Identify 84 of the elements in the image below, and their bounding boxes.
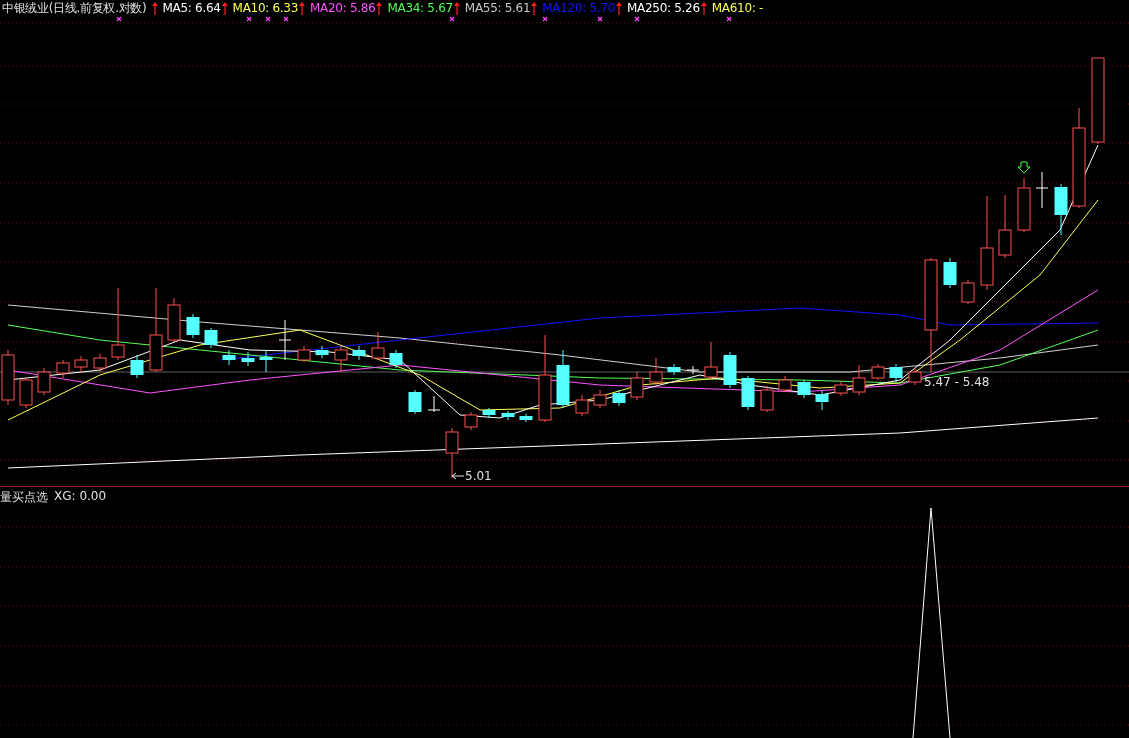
candlestick [56,359,70,379]
candlestick [760,385,774,413]
indicator-value: MA250: 5.26 [627,1,700,15]
up-arrow-icon [221,1,228,15]
candlestick [501,410,515,421]
chart-title: 中银绒业(日线.前复权.对数) [2,1,147,15]
candlestick [445,427,459,479]
candlestick [649,357,663,386]
candlestick [943,257,957,289]
x-mark-icon [542,16,548,22]
candlestick [371,331,385,361]
low-price-label: 5.01 [465,469,492,483]
indicator-value: MA10: 6.33 [232,1,298,15]
indicator-value: MA20: 5.86 [310,1,376,15]
candlestick [37,367,51,396]
candlestick [167,297,181,343]
candlestick [1035,171,1049,209]
indicator-title: 量买点选 [0,489,48,506]
candlestick [204,327,218,349]
candlestick [334,345,348,373]
candlestick [741,375,755,411]
x-mark-icon [634,16,640,22]
candlestick [704,341,718,381]
candlestick [427,395,441,413]
candlestick [961,279,975,305]
candlestick [519,413,533,423]
candlestick [19,377,33,409]
candlestick [74,355,88,373]
candlestick [815,390,829,411]
candlestick [130,354,144,379]
up-arrow-icon [616,1,622,15]
price-range-label: 5.47 - 5.48 [924,375,990,389]
up-arrow-icon [700,1,707,15]
up-arrow-icon [151,1,158,15]
x-mark-icon [726,16,732,22]
candlestick [389,349,403,369]
candlestick [408,389,422,415]
up-arrow-icon [453,1,460,15]
candlestick [834,381,848,397]
x-mark-icon [597,16,603,22]
indicator-value: MA55: 5.61 [464,1,531,15]
leader-line [451,472,465,480]
candlestick [871,363,885,381]
candlestick [482,407,496,419]
indicator-value: MA610: - [711,1,764,15]
x-mark-icon [283,16,289,22]
candlestick [630,371,644,401]
candlestick [297,345,311,363]
candlestick [852,364,866,396]
x-mark-icon [246,16,252,22]
candlestick [686,365,700,375]
candlestick [998,194,1012,259]
down-arrow-icon [1017,161,1031,174]
candlestick [908,367,922,386]
candlestick [778,375,792,393]
candlestick [352,345,366,361]
indicator-value: XG: 0.00 [54,489,107,505]
candlestick [575,394,589,417]
indicator-value: MA5: 6.64 [162,1,221,15]
x-mark-icon [116,16,122,22]
x-mark-icon [265,16,271,22]
candlestick [241,351,255,367]
candlestick [259,349,273,373]
candlestick [556,349,570,409]
candlestick [464,411,478,431]
up-arrow-icon [531,1,538,15]
candlestick [186,313,200,339]
candlestick [278,319,292,361]
candlestick [593,389,607,409]
candlestick [889,363,903,383]
candlestick [797,379,811,399]
candlestick [315,345,329,359]
indicator-value: MA120: 5.70 [542,1,615,15]
up-arrow-icon [376,1,383,15]
candlestick [723,351,737,389]
candlestick [222,349,236,366]
indicator-value: MA34: 5.67 [387,1,453,15]
candlestick [612,389,626,407]
x-mark-icon [449,16,455,22]
candlestick [667,363,681,376]
up-arrow-icon [299,1,305,15]
candlestick [1017,177,1031,233]
candlestick [1054,183,1068,236]
candlestick [93,353,107,373]
